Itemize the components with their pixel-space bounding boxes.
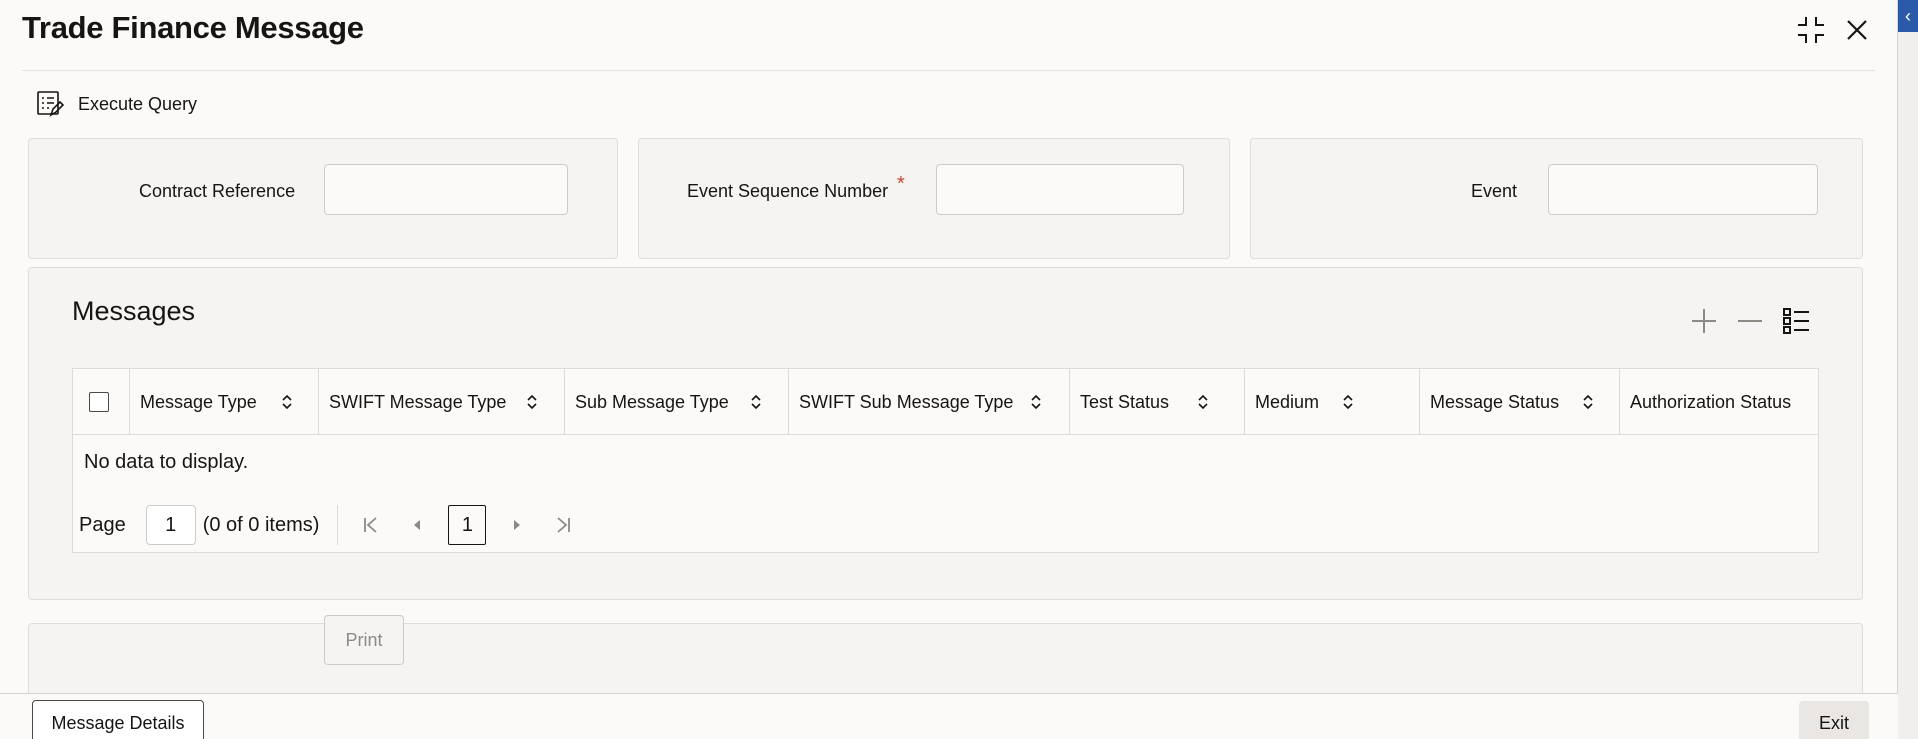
column-header-sub-message-type[interactable]: Sub Message Type — [565, 369, 789, 435]
column-label: Message Status — [1430, 391, 1560, 412]
next-page-icon[interactable] — [502, 505, 532, 545]
column-label: Sub Message Type — [575, 391, 729, 412]
sort-icon[interactable] — [1341, 392, 1355, 412]
select-all-header — [73, 369, 130, 435]
plus-icon — [1692, 309, 1716, 333]
current-page-button[interactable]: 1 — [448, 505, 487, 545]
column-label: Test Status — [1080, 391, 1170, 412]
delete-row-button[interactable] — [1735, 306, 1765, 336]
page-label: Page — [79, 513, 126, 536]
items-count: (0 of 0 items) — [202, 513, 320, 536]
close-icon[interactable] — [1841, 14, 1873, 46]
minus-icon — [1738, 320, 1762, 322]
column-header-swift-sub-message-type[interactable]: SWIFT Sub Message Type — [789, 369, 1070, 435]
sort-icon[interactable] — [749, 392, 763, 412]
column-header-test-status[interactable]: Test Status — [1070, 369, 1245, 435]
execute-query-button[interactable]: Execute Query — [36, 90, 197, 118]
contract-reference-panel: Contract Reference — [28, 138, 618, 259]
execute-query-label: Execute Query — [78, 93, 198, 114]
column-label: Medium — [1255, 391, 1320, 412]
pager-divider — [337, 505, 339, 545]
collapse-arrow-icon[interactable]: ‹ — [1898, 0, 1918, 32]
event-sequence-number-panel: Event Sequence Number * — [638, 138, 1230, 259]
list-view-icon — [1783, 308, 1809, 334]
contract-reference-input[interactable] — [324, 164, 568, 215]
event-sequence-number-label: Event Sequence Number — [687, 181, 889, 201]
minimize-icon[interactable] — [1795, 14, 1827, 46]
contract-reference-label: Contract Reference — [139, 181, 296, 201]
execute-query-icon — [37, 91, 64, 117]
window-title: Trade Finance Message — [22, 10, 364, 45]
column-header-message-type[interactable]: Message Type — [130, 369, 319, 435]
adjacent-window-edge: ‹ — [1898, 0, 1918, 739]
trade-finance-message-window: Trade Finance Message Execute Query Cont… — [0, 0, 1898, 739]
title-divider — [22, 70, 1875, 71]
first-page-icon[interactable] — [356, 505, 386, 545]
required-marker: * — [897, 173, 905, 195]
add-row-button[interactable] — [1689, 306, 1719, 336]
messages-panel: Messages Message Type SWIFT Message Type… — [28, 267, 1863, 600]
sort-icon[interactable] — [1029, 392, 1043, 412]
print-button[interactable]: Print — [324, 615, 404, 665]
no-data-message: No data to display. — [84, 451, 249, 473]
event-input[interactable] — [1548, 164, 1818, 215]
column-label: SWIFT Sub Message Type — [799, 391, 1014, 412]
last-page-icon[interactable] — [548, 505, 578, 545]
grid-header-row: Message Type SWIFT Message Type Sub Mess… — [73, 369, 1818, 435]
column-header-message-status[interactable]: Message Status — [1420, 369, 1620, 435]
footer-bar: Message Details Exit — [0, 693, 1898, 739]
sort-icon[interactable] — [1581, 392, 1595, 412]
select-all-checkbox[interactable] — [89, 392, 109, 412]
event-sequence-number-input[interactable] — [936, 164, 1184, 215]
single-record-view-button[interactable] — [1781, 306, 1811, 336]
column-header-medium[interactable]: Medium — [1245, 369, 1420, 435]
column-label: SWIFT Message Type — [329, 391, 507, 412]
column-label: Authorization Status — [1630, 391, 1792, 412]
sort-icon[interactable] — [280, 392, 294, 412]
sort-icon[interactable] — [525, 392, 539, 412]
messages-grid: Message Type SWIFT Message Type Sub Mess… — [72, 368, 1819, 553]
event-panel: Event — [1250, 138, 1863, 259]
message-details-button[interactable]: Message Details — [32, 700, 204, 739]
column-header-swift-message-type[interactable]: SWIFT Message Type — [319, 369, 565, 435]
column-label: Message Type — [140, 391, 257, 412]
sort-icon[interactable] — [1196, 392, 1210, 412]
column-header-authorization-status[interactable]: Authorization Status — [1620, 369, 1818, 435]
previous-page-icon[interactable] — [402, 505, 432, 545]
messages-title: Messages — [72, 296, 196, 326]
event-label: Event — [1471, 181, 1518, 201]
exit-button[interactable]: Exit — [1799, 701, 1869, 739]
pagination: Page 1 (0 of 0 items) 1 — [79, 505, 594, 545]
page-number-input[interactable]: 1 — [145, 505, 196, 545]
